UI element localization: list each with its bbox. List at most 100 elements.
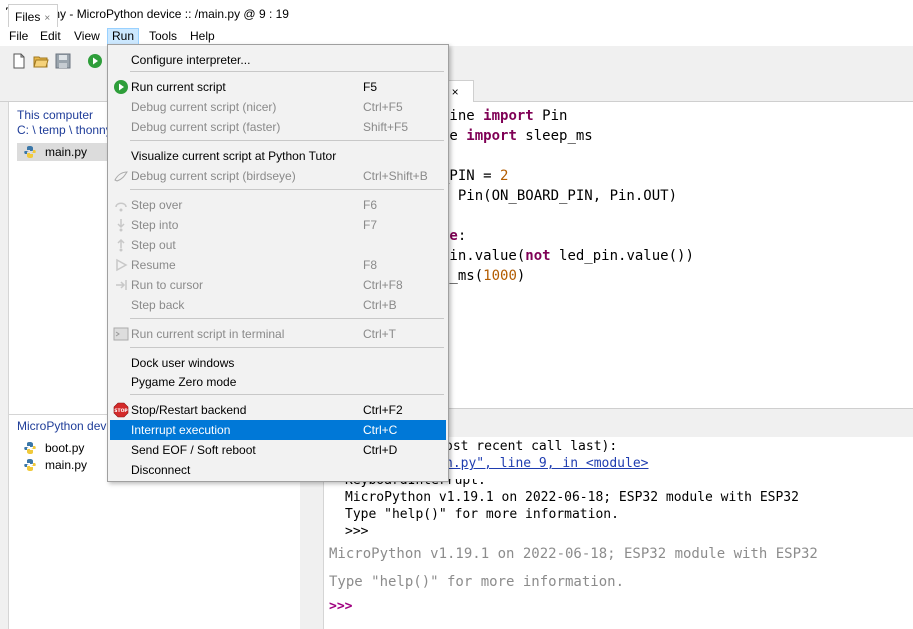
- file-name: main.py: [45, 458, 88, 472]
- menu-item-shortcut: F7: [363, 218, 378, 232]
- code-text: = Pin(ON_BOARD_PIN, Pin.OUT): [441, 188, 678, 204]
- menu-item-label: Configure interpreter...: [131, 53, 251, 67]
- menu-item-shortcut: Ctrl+F8: [363, 278, 403, 292]
- menu-item-shortcut: Ctrl+Shift+B: [363, 169, 428, 183]
- step-into-icon: [117, 219, 125, 232]
- menu-separator: [130, 189, 444, 190]
- run-to-cursor-icon: [116, 280, 127, 290]
- run-menu-item-configure-interpreter[interactable]: Configure interpreter...: [110, 50, 446, 70]
- menu-run[interactable]: Run: [107, 28, 140, 45]
- close-icon[interactable]: ×: [44, 13, 50, 24]
- menu-item-shortcut: Ctrl+T: [363, 327, 396, 341]
- menu-tools[interactable]: Tools: [145, 28, 181, 45]
- code-text: led_pin.value()): [550, 248, 694, 264]
- code-number: 2: [500, 168, 509, 184]
- code-line: hine import Pin: [441, 108, 567, 124]
- computer-path[interactable]: C: \ temp \ thonny: [17, 123, 112, 137]
- run-menu-item-pygame-zero-mode[interactable]: Pygame Zero mode: [110, 372, 446, 392]
- menu-separator: [130, 318, 444, 319]
- menu-item-shortcut: Ctrl+F5: [363, 100, 403, 114]
- run-menu-item-debug-current-script-birdseye[interactable]: Debug current script (birdseye) Ctrl+Shif…: [110, 166, 446, 186]
- code-line: = Pin(ON_BOARD_PIN, Pin.OUT): [441, 188, 677, 204]
- menu-item-label: Interrupt execution: [131, 423, 231, 437]
- run-menu-item-step-into[interactable]: Step into F7: [110, 215, 446, 235]
- run-menu-item-resume[interactable]: Resume F8: [110, 255, 446, 275]
- shell-traceback-line: ost recent call last):: [445, 439, 618, 454]
- device-label: MicroPython device: [17, 419, 122, 433]
- menu-item-label: Debug current script (birdseye): [131, 169, 296, 183]
- menu-separator: [130, 71, 444, 72]
- menu-item-label: Send EOF / Soft reboot: [131, 443, 256, 457]
- run-menu-item-debug-current-script-faster[interactable]: Debug current script (faster) Shift+F5: [110, 117, 446, 137]
- run-menu-item-run-current-script[interactable]: Run current script F5: [110, 77, 446, 97]
- menu-item-label: Run current script: [131, 80, 226, 94]
- shell-output-line: Type "help()" for more information.: [345, 507, 619, 522]
- menu-item-label: Step over: [131, 198, 183, 212]
- code-line: me import sleep_ms: [441, 128, 593, 144]
- file-item-boot-py[interactable]: boot.py: [17, 439, 117, 457]
- run-menu-item-disconnect[interactable]: Disconnect: [110, 460, 446, 480]
- run-menu-item-run-current-script-in-terminal[interactable]: Run current script in terminal Ctrl+T: [110, 324, 446, 344]
- menu-item-shortcut: Ctrl+C: [363, 423, 398, 437]
- menu-item-label: Debug current script (faster): [131, 120, 281, 134]
- file-name: boot.py: [45, 441, 85, 455]
- run-menu-item-visualize-current-script-at-python-tutor[interactable]: Visualize current script at Python Tutor: [110, 146, 446, 166]
- menu-item-shortcut: F8: [363, 258, 378, 272]
- shell-output-line: >>>: [345, 524, 369, 539]
- resume-icon: [116, 258, 128, 272]
- code-text: pin.value(: [441, 248, 526, 264]
- menu-item-label: Step back: [131, 298, 185, 312]
- file-item-main-py-device[interactable]: main.py: [17, 456, 117, 474]
- python-file-icon: [24, 442, 36, 454]
- code-text: :: [457, 228, 467, 244]
- birdseye-icon: [114, 171, 128, 182]
- run-menu-item-step-over[interactable]: Step over F6: [110, 195, 446, 215]
- files-tab[interactable]: Files ×: [8, 4, 58, 27]
- menu-file[interactable]: File: [5, 28, 32, 45]
- code-text: ): [516, 268, 526, 284]
- stop-icon-text: STOP: [114, 408, 128, 414]
- code-line: p_ms(1000): [441, 268, 525, 284]
- shell-banner-line: MicroPython v1.19.1 on 2022-06-18; ESP32…: [329, 546, 818, 562]
- new-file-icon[interactable]: [11, 53, 27, 69]
- open-folder-icon[interactable]: [33, 53, 49, 69]
- step-over-icon: [115, 202, 127, 212]
- run-menu-item-run-to-cursor[interactable]: Run to cursor Ctrl+F8: [110, 275, 446, 295]
- menu-item-label: Run current script in terminal: [131, 327, 285, 341]
- menu-item-label: Stop/Restart backend: [131, 403, 247, 417]
- menu-help[interactable]: Help: [186, 28, 219, 45]
- save-icon[interactable]: [55, 53, 71, 69]
- run-menu-item-step-back[interactable]: Step back Ctrl+B: [110, 295, 446, 315]
- code-text: Pin: [533, 108, 568, 124]
- menu-item-label: Step out: [131, 238, 176, 252]
- title-bar: Th Thonny - MicroPython device :: /main.…: [0, 0, 913, 27]
- run-menu-item-step-out[interactable]: Step out: [110, 235, 446, 255]
- menu-item-label: Step into: [131, 218, 179, 232]
- terminal-icon: [113, 327, 129, 341]
- files-tab-label: Files: [15, 10, 41, 24]
- code-keyword: import: [483, 108, 534, 124]
- run-menu-item-dock-user-windows[interactable]: Dock user windows: [110, 353, 446, 373]
- run-menu-item-debug-current-script-nicer[interactable]: Debug current script (nicer) Ctrl+F5: [110, 97, 446, 117]
- file-item-main-py[interactable]: main.py: [17, 143, 117, 161]
- code-number: 1000: [483, 268, 517, 284]
- menu-item-label: Debug current script (nicer): [131, 100, 277, 114]
- shell-prompt[interactable]: >>>: [329, 599, 352, 614]
- run-menu-item-send-eof-soft-reboot[interactable]: Send EOF / Soft reboot Ctrl+D: [110, 440, 446, 460]
- menu-edit[interactable]: Edit: [36, 28, 65, 45]
- window-title: Thonny - MicroPython device :: /main.py …: [26, 7, 289, 21]
- shell-traceback-link[interactable]: n.py", line 9, in <module>: [445, 456, 649, 471]
- run-menu-item-interrupt-execution[interactable]: Interrupt execution Ctrl+C: [110, 420, 446, 440]
- stop-icon: STOP: [113, 402, 128, 418]
- code-keyword: not: [525, 248, 551, 264]
- run-menu-item-stop-restart-backend[interactable]: STOP Stop/Restart backend Ctrl+F2: [110, 400, 446, 420]
- run-icon[interactable]: [87, 53, 103, 69]
- shell-output-line: MicroPython v1.19.1 on 2022-06-18; ESP32…: [345, 490, 799, 505]
- code-text: _PIN =: [441, 168, 501, 184]
- menu-separator: [130, 347, 444, 348]
- menu-view[interactable]: View: [70, 28, 104, 45]
- menu-item-shortcut: Shift+F5: [363, 120, 409, 134]
- menu-item-shortcut: Ctrl+D: [363, 443, 398, 457]
- step-out-icon: [117, 238, 125, 252]
- code-line: pin.value(not led_pin.value()): [441, 248, 694, 264]
